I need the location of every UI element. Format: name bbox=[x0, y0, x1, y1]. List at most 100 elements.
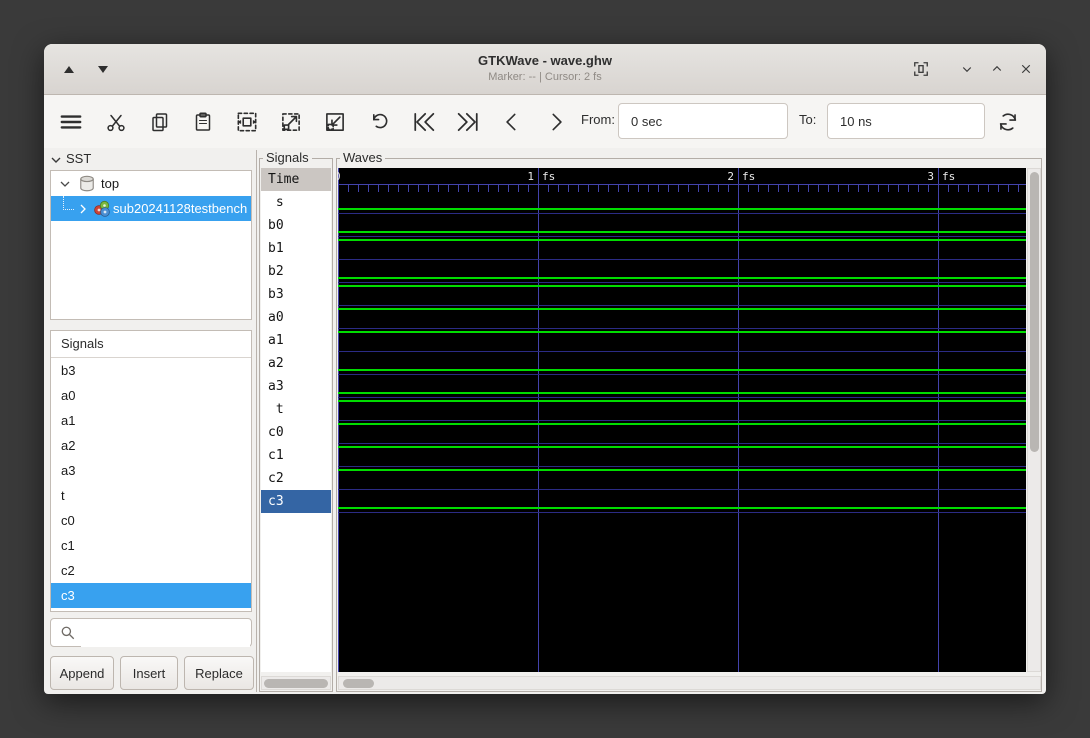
signal-name-row[interactable]: t bbox=[261, 398, 331, 421]
skip-to-start-button[interactable] bbox=[406, 105, 442, 139]
to-label: To: bbox=[799, 112, 816, 127]
ruler-minor-tick bbox=[468, 185, 469, 192]
close-button[interactable] bbox=[1013, 56, 1039, 82]
list-item[interactable]: t bbox=[51, 483, 251, 508]
list-item[interactable]: a0 bbox=[51, 383, 251, 408]
maximize-button[interactable] bbox=[984, 56, 1010, 82]
row-separator bbox=[338, 420, 1026, 421]
to-input[interactable] bbox=[827, 103, 985, 139]
ruler-minor-tick bbox=[788, 185, 789, 192]
wave-trace-c0 bbox=[338, 423, 1026, 425]
fullscreen-icon bbox=[911, 59, 931, 79]
zoom-out-button[interactable] bbox=[317, 105, 353, 139]
ruler-minor-tick bbox=[508, 185, 509, 192]
skip-to-end-button[interactable] bbox=[450, 105, 486, 139]
signal-name-row[interactable]: c2 bbox=[261, 467, 331, 490]
ruler-minor-tick bbox=[368, 185, 369, 192]
fullscreen-button[interactable] bbox=[908, 56, 934, 82]
list-item[interactable]: c3 bbox=[51, 583, 251, 608]
waves-hscrollbar[interactable] bbox=[338, 676, 1041, 690]
from-input[interactable] bbox=[618, 103, 788, 139]
ruler-minor-tick bbox=[1008, 185, 1009, 192]
signal-name-row[interactable]: b3 bbox=[261, 283, 331, 306]
list-item[interactable]: a1 bbox=[51, 408, 251, 433]
row-separator bbox=[338, 443, 1026, 444]
wave-trace-b3 bbox=[338, 285, 1026, 287]
ruler-minor-tick bbox=[518, 185, 519, 192]
signal-name-row[interactable]: a3 bbox=[261, 375, 331, 398]
search-icon bbox=[59, 624, 77, 642]
signal-name-row[interactable]: c0 bbox=[261, 421, 331, 444]
wave-trace-a2 bbox=[338, 369, 1026, 371]
chevron-right-icon bbox=[543, 109, 569, 135]
ruler-minor-tick bbox=[448, 185, 449, 192]
chevron-up-icon bbox=[988, 60, 1006, 78]
database-icon bbox=[79, 175, 95, 192]
ruler-minor-tick bbox=[878, 185, 879, 192]
signal-name-row[interactable]: a0 bbox=[261, 306, 331, 329]
marker-cursor-status: Marker: -- | Cursor: 2 fs bbox=[44, 71, 1046, 83]
copy-button[interactable] bbox=[142, 105, 178, 139]
shift-left-button[interactable] bbox=[494, 105, 530, 139]
sst-tree-row-top[interactable]: top bbox=[51, 171, 251, 196]
zoom-in-button[interactable] bbox=[273, 105, 309, 139]
search-input[interactable] bbox=[81, 620, 250, 647]
ruler-minor-tick bbox=[568, 185, 569, 192]
list-item[interactable]: c1 bbox=[51, 533, 251, 558]
signal-name-row[interactable]: c3 bbox=[261, 490, 331, 513]
ruler-minor-tick bbox=[978, 185, 979, 192]
ruler-unit-label: fs bbox=[542, 170, 555, 183]
scrollbar-handle[interactable] bbox=[1030, 172, 1039, 452]
row-separator bbox=[338, 512, 1026, 513]
signal-search-box[interactable] bbox=[50, 618, 252, 647]
wave-canvas[interactable]: 01fs2fs3fs bbox=[338, 168, 1026, 672]
zoom-fit-button[interactable] bbox=[229, 105, 265, 139]
module-icon bbox=[93, 200, 111, 218]
signal-name-row[interactable]: b2 bbox=[261, 260, 331, 283]
sst-tree-panel: top sub20241128testbench bbox=[50, 170, 252, 320]
copy-icon bbox=[148, 110, 172, 134]
scrollbar-handle[interactable] bbox=[264, 679, 328, 688]
sst-tree-row-testbench[interactable]: sub20241128testbench bbox=[51, 196, 251, 221]
scrollbar-handle[interactable] bbox=[343, 679, 374, 688]
signal-name-row[interactable]: b0 bbox=[261, 214, 331, 237]
list-item[interactable]: a3 bbox=[51, 458, 251, 483]
ruler-minor-tick bbox=[398, 185, 399, 192]
titlebar[interactable]: GTKWave - wave.ghw Marker: -- | Cursor: … bbox=[44, 44, 1046, 95]
signals-hscrollbar[interactable] bbox=[261, 676, 331, 690]
ruler-minor-tick bbox=[778, 185, 779, 192]
list-item[interactable]: c0 bbox=[51, 508, 251, 533]
signal-name-row[interactable]: a1 bbox=[261, 329, 331, 352]
append-button[interactable]: Append bbox=[50, 656, 114, 690]
pane-divider[interactable] bbox=[256, 150, 257, 692]
list-item[interactable]: b3 bbox=[51, 358, 251, 383]
hamburger-menu-icon bbox=[58, 109, 84, 135]
reload-button[interactable] bbox=[990, 105, 1026, 139]
ruler-minor-tick bbox=[928, 185, 929, 192]
waves-vscrollbar[interactable] bbox=[1027, 168, 1041, 672]
insert-button[interactable]: Insert bbox=[120, 656, 178, 690]
ruler-minor-tick bbox=[758, 185, 759, 192]
list-item[interactable]: c2 bbox=[51, 558, 251, 583]
cut-button[interactable] bbox=[98, 105, 134, 139]
menu-button[interactable] bbox=[53, 105, 89, 139]
wave-trace-a3 bbox=[338, 392, 1026, 394]
tree-expander-right-icon bbox=[77, 203, 89, 215]
paste-button[interactable] bbox=[185, 105, 221, 139]
close-icon bbox=[1017, 60, 1035, 78]
signal-name-row[interactable]: c1 bbox=[261, 444, 331, 467]
sst-expander-icon[interactable] bbox=[50, 154, 62, 166]
shift-right-button[interactable] bbox=[538, 105, 574, 139]
signal-name-row[interactable]: b1 bbox=[261, 237, 331, 260]
signal-name-row[interactable]: a2 bbox=[261, 352, 331, 375]
replace-button[interactable]: Replace bbox=[184, 656, 254, 690]
wave-trace-t bbox=[338, 400, 1026, 402]
minimize-button[interactable] bbox=[954, 56, 980, 82]
ruler-minor-tick bbox=[558, 185, 559, 192]
row-separator bbox=[338, 328, 1026, 329]
list-item[interactable]: a2 bbox=[51, 433, 251, 458]
undo-button[interactable] bbox=[361, 105, 397, 139]
ruler-minor-tick bbox=[768, 185, 769, 192]
signal-name-row[interactable]: s bbox=[261, 191, 331, 214]
ruler-minor-tick bbox=[888, 185, 889, 192]
